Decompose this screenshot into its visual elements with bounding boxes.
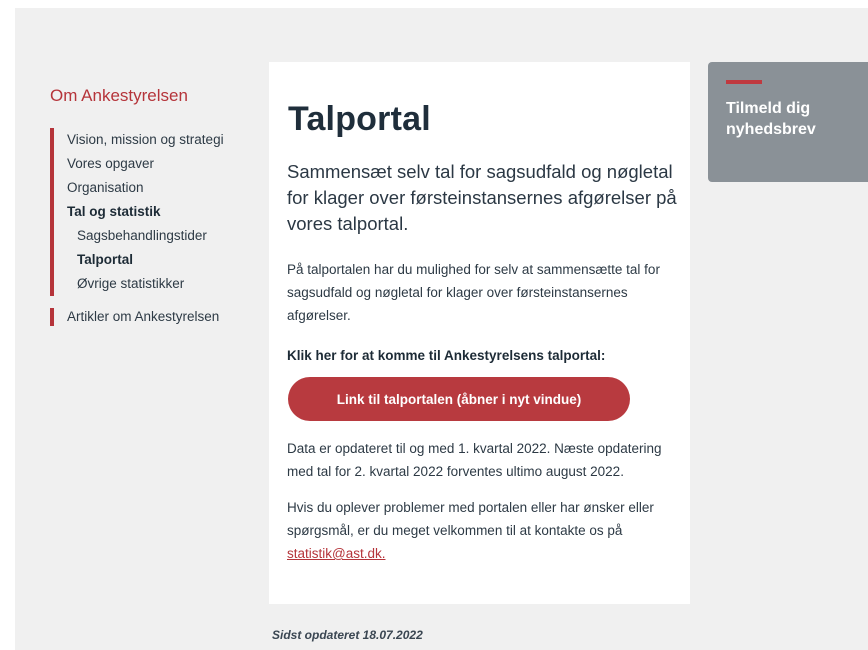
sidebar-title[interactable]: Om Ankestyrelsen xyxy=(50,86,188,106)
intro-paragraph: På talportalen har du mulighed for selv … xyxy=(287,262,660,323)
contact-paragraph: Hvis du oplever problemer med portalen e… xyxy=(287,496,679,565)
newsletter-box[interactable]: Tilmeld dig nyhedsbrev xyxy=(708,62,868,182)
sidebar-group: Vision, mission og strategi Vores opgave… xyxy=(50,128,250,296)
last-updated: Sidst opdateret 18.07.2022 xyxy=(272,628,423,642)
sidebar-item-vision[interactable]: Vision, mission og strategi xyxy=(67,128,250,152)
lead-text: Sammensæt selv tal for sagsudfald og nøg… xyxy=(287,161,677,234)
sidebar-item-artikler[interactable]: Artikler om Ankestyrelsen xyxy=(50,308,250,326)
sidebar-item-talportal[interactable]: Talportal xyxy=(67,248,250,272)
newsletter-accent-bar xyxy=(726,80,762,84)
cta-label: Klik her for at komme til Ankestyrelsens… xyxy=(287,348,606,363)
email-link[interactable]: statistik@ast.dk. xyxy=(287,546,385,561)
sidebar-item-opgaver[interactable]: Vores opgaver xyxy=(67,152,250,176)
data-update-paragraph: Data er opdateret til og med 1. kvartal … xyxy=(287,441,662,479)
talportal-link-button[interactable]: Link til talportalen (åbner i nyt vindue… xyxy=(288,377,630,421)
content-card: Talportal Sammensæt selv tal for sagsudf… xyxy=(269,62,690,604)
sidebar-item-sagsbehandlingstider[interactable]: Sagsbehandlingstider xyxy=(67,224,250,248)
sidebar-item-tal-og-statistik[interactable]: Tal og statistik xyxy=(67,200,250,224)
page-title: Talportal xyxy=(288,100,431,138)
sidebar-item-organisation[interactable]: Organisation xyxy=(67,176,250,200)
sidebar-nav: Vision, mission og strategi Vores opgave… xyxy=(50,128,250,326)
sidebar-item-oevrige-statistikker[interactable]: Øvrige statistikker xyxy=(67,272,250,296)
newsletter-title[interactable]: Tilmeld dig nyhedsbrev xyxy=(726,98,846,140)
contact-text: Hvis du oplever problemer med portalen e… xyxy=(287,500,654,538)
